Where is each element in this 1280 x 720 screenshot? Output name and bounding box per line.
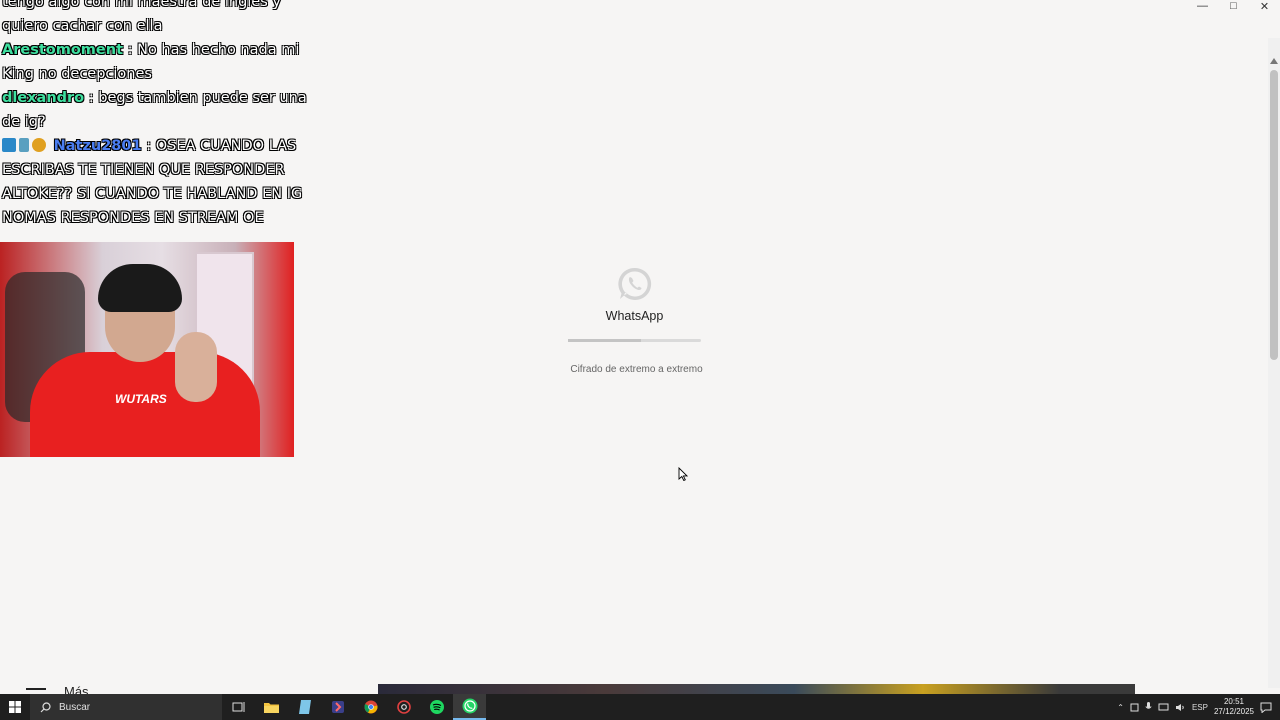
minimize-button[interactable]: — [1187,0,1218,12]
volume-icon[interactable] [1175,703,1186,712]
microphone-icon[interactable] [1145,702,1152,712]
stream-chat-overlay: tengo algo con mi maestra de ingles y qu… [0,0,310,230]
menu-icon[interactable] [26,688,46,690]
app-icon [331,701,344,713]
loading-progress-fill [568,339,642,342]
clock[interactable]: 20:51 27/12/2025 [1214,697,1254,717]
video-thumbnails [378,684,1135,694]
loading-progress-bar [568,339,701,342]
more-link[interactable]: Más [64,682,89,694]
badge-icon [19,138,29,152]
shirt-logo: WUTARS [115,392,167,406]
search-placeholder: Buscar [59,701,91,713]
chevron-up-icon[interactable]: ⌃ [1117,703,1124,712]
system-tray: ⌃ ESP 20:51 27/12/2025 [1117,694,1280,720]
taskbar-whatsapp[interactable] [453,694,486,720]
notifications-icon[interactable] [1260,702,1272,713]
scrollbar[interactable] [1268,38,1280,688]
taskbar-spotify[interactable] [420,694,453,720]
folder-icon [264,703,279,713]
badge-icon [32,138,46,152]
taskbar: Buscar ⌃ ESP 20:51 27/12/2025 [0,694,1280,720]
chrome-alt-icon [396,700,411,714]
scrollbar-thumb[interactable] [1270,70,1278,360]
encryption-note: Cifrado de extremo a extremo [568,364,703,375]
chat-message: dlexandro : begs tambien puede ser una d… [0,86,310,134]
window-controls: — □ ✕ [1187,0,1280,13]
webcam-video: WUTARS [0,242,294,457]
clock-date: 27/12/2025 [1213,707,1254,716]
chat-message: Natzu2801 : OSEA CUANDO LAS ESCRIBAS TE … [0,134,310,230]
taskbar-app[interactable] [321,694,354,720]
background-window-strip: Más [0,682,1270,694]
badge-icon [2,138,16,152]
close-button[interactable]: ✕ [1249,0,1280,13]
task-view-button[interactable] [222,694,255,720]
start-button[interactable] [0,694,30,720]
search-icon [40,701,51,712]
chat-message-text: tengo algo con mi maestra de ingles y qu… [2,0,281,34]
chat-message: tengo algo con mi maestra de ingles y qu… [0,0,310,38]
scroll-up-arrow-icon[interactable] [1270,58,1278,64]
chat-username: dlexandro [2,90,85,106]
taskbar-chrome-alt[interactable] [387,694,420,720]
chat-message-text: : OSEA CUANDO LAS ESCRIBAS TE TIENEN QUE… [2,138,303,226]
whatsapp-icon [617,267,651,300]
task-view-icon [232,702,245,712]
device-icon[interactable] [1130,703,1139,712]
chat-username: Natzu2801 [53,138,142,154]
app-title: WhatsApp [605,309,664,323]
taskbar-notepad[interactable] [288,694,321,720]
chat-username: Arestomoment [2,42,123,58]
windows-icon [9,701,21,713]
taskbar-search-box[interactable]: Buscar [30,694,222,720]
chrome-icon [364,700,377,714]
spotify-icon [429,700,444,714]
taskbar-file-explorer[interactable] [255,694,288,720]
notepad-icon [298,700,311,714]
language-indicator[interactable]: ESP [1192,703,1208,712]
clock-time: 20:51 [1223,697,1244,706]
encryption-note-text: Cifrado de extremo a extremo [570,364,703,375]
whatsapp-loading-screen: WhatsApp Cifrado de extremo a extremo [568,266,703,375]
chat-message: Arestomoment : No has hecho nada mi King… [0,38,310,86]
maximize-button[interactable]: □ [1218,0,1249,12]
taskbar-chrome[interactable] [354,694,387,720]
network-icon[interactable] [1158,703,1169,712]
whatsapp-taskbar-icon [462,698,477,714]
streamer-hand [175,332,217,402]
mouse-cursor-icon [678,467,688,481]
streamer-hair [98,264,182,312]
